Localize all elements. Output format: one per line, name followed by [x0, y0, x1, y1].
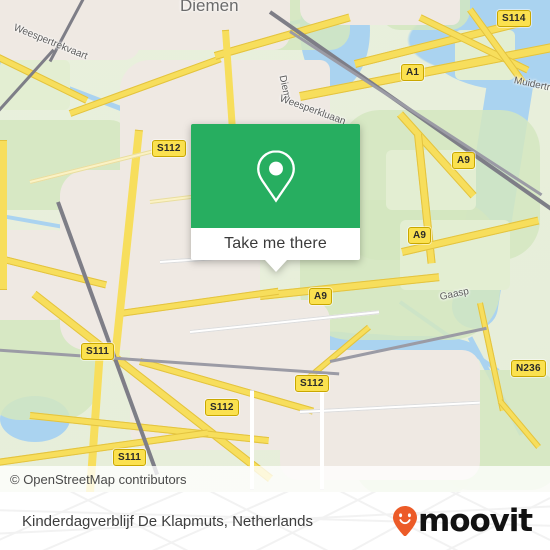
place-label-diemen: Diemen: [180, 0, 239, 15]
road-shield-s111: S111: [81, 343, 115, 360]
road-shield-s112: S112: [205, 399, 239, 416]
map-page: Diemen Weespertrekvaart Diem Weesperklua…: [0, 0, 550, 550]
popup-image-panel: [191, 124, 360, 228]
moovit-wordmark: moovit: [418, 503, 533, 539]
location-title: Kinderdagverblijf De Klapmuts, Netherlan…: [22, 512, 313, 530]
road-shield-s111: S111: [113, 449, 147, 466]
road-shield-s112: S112: [152, 140, 186, 157]
popup-tail: [264, 260, 287, 272]
road-shield-a9: A9: [309, 288, 333, 305]
road-shield-a1: A1: [401, 64, 425, 81]
take-me-there-label: Take me there: [224, 235, 327, 252]
map-marker-popup[interactable]: Take me there: [191, 124, 360, 272]
moovit-logo[interactable]: moovit: [393, 503, 550, 539]
road-shield-n236: N236: [511, 360, 546, 377]
road-shield-a9: A9: [452, 152, 476, 169]
map-attribution-bar: © OpenStreetMap contributors: [0, 466, 550, 492]
road-shield-s114: S114: [497, 10, 531, 27]
road-shield-a9: A9: [408, 227, 432, 244]
attribution-text: © OpenStreetMap contributors: [10, 471, 187, 487]
road-shield-s112: S112: [295, 375, 329, 392]
road-segment: [0, 140, 7, 290]
moovit-smiley-pin-icon: [393, 506, 418, 536]
location-pin-icon: [256, 150, 295, 203]
page-footer: Kinderdagverblijf De Klapmuts, Netherlan…: [0, 492, 550, 550]
take-me-there-button[interactable]: Take me there: [191, 228, 360, 260]
map-canvas[interactable]: Diemen Weespertrekvaart Diem Weesperklua…: [0, 0, 550, 492]
